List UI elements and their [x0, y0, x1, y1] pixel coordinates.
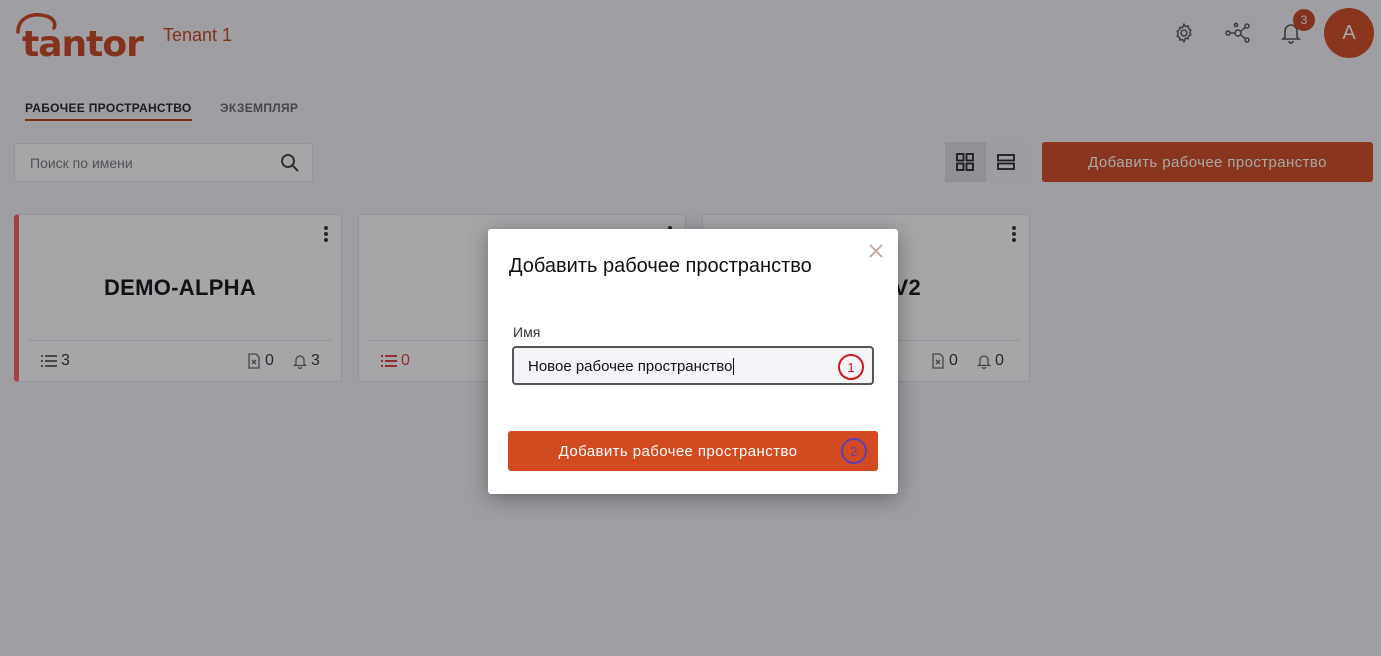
name-field-label: Имя — [513, 324, 541, 340]
name-input-value: Новое рабочее пространство — [528, 358, 735, 375]
submit-add-workspace-button[interactable]: Добавить рабочее пространство 2 — [508, 431, 878, 471]
step-marker-2: 2 — [841, 438, 867, 464]
dialog-title: Добавить рабочее пространство — [509, 255, 812, 277]
add-workspace-dialog: Добавить рабочее пространство Имя Новое … — [488, 229, 898, 494]
close-icon[interactable] — [866, 241, 886, 261]
submit-button-label: Добавить рабочее пространство — [558, 442, 798, 460]
step-marker-1: 1 — [838, 354, 864, 380]
name-input[interactable]: Новое рабочее пространство 1 — [512, 346, 874, 385]
